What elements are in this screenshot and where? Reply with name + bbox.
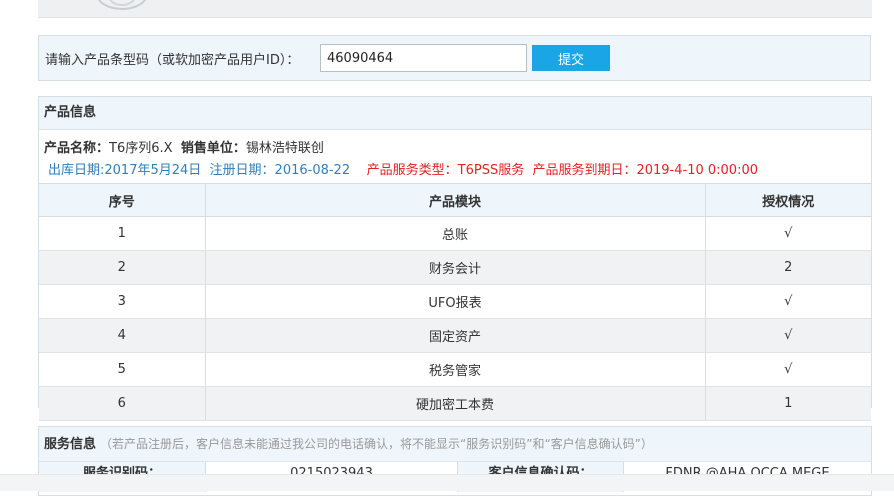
cell-module: 固定资产 <box>204 318 705 353</box>
cell-license: √ <box>704 284 871 319</box>
seller-label: 销售单位： <box>180 141 246 156</box>
cell-license: 2 <box>704 250 871 285</box>
cell-index: 2 <box>39 250 205 285</box>
search-label: 请输入产品条型码（或软加密产品用户ID）： <box>45 53 300 68</box>
cell-module: UFO报表 <box>204 284 705 319</box>
table-row: 1 总账 √ <box>39 216 871 251</box>
product-dates-line: 出库日期:2017年5月24日 注册日期：2016-08-22 产品服务类型：T… <box>48 159 758 178</box>
product-name-value: T6序列6.X <box>109 141 173 156</box>
cell-license: 1 <box>704 386 871 421</box>
product-name-line: 产品名称：T6序列6.X 销售单位：锡林浩特联创 <box>44 137 324 156</box>
barcode-input[interactable] <box>320 44 527 72</box>
column-header-module: 产品模块 <box>204 183 705 217</box>
table-row: 6 硬加密工本费 1 <box>39 386 871 421</box>
search-panel: 请输入产品条型码（或软加密产品用户ID）： 提交 <box>38 35 871 81</box>
cell-module: 财务会计 <box>204 250 705 285</box>
product-name-label: 产品名称： <box>44 141 110 156</box>
table-header-row: 序号 产品模块 授权情况 <box>39 183 871 217</box>
cell-license: √ <box>704 216 871 251</box>
cell-index: 1 <box>39 216 205 251</box>
column-header-license: 授权情况 <box>704 183 871 217</box>
register-date: 注册日期：2016-08-22 <box>209 163 351 178</box>
window-bottom-edge <box>0 474 894 491</box>
cell-index: 5 <box>39 352 205 387</box>
cell-index: 6 <box>39 386 205 421</box>
service-info-header: 服务信息 （若产品注册后，客户信息未能通过我公司的电话确认，将不能显示“服务识别码… <box>39 427 871 462</box>
seller-value: 锡林浩特联创 <box>245 141 324 156</box>
service-info-note: （若产品注册后，客户信息未能通过我公司的电话确认，将不能显示“服务识别码”和“客… <box>100 437 653 451</box>
cell-module: 硬加密工本费 <box>204 386 705 421</box>
top-banner <box>38 0 872 18</box>
cell-license: √ <box>704 318 871 353</box>
service-type: 产品服务类型：T6PSS服务 <box>366 163 525 178</box>
table-row: 2 财务会计 2 <box>39 250 871 285</box>
cell-index: 4 <box>39 318 205 353</box>
submit-button[interactable]: 提交 <box>532 45 610 71</box>
cell-module: 总账 <box>204 216 705 251</box>
ship-date: 出库日期:2017年5月24日 <box>48 163 202 178</box>
table-row: 3 UFO报表 √ <box>39 284 871 319</box>
table-row: 4 固定资产 √ <box>39 318 871 353</box>
modules-table: 序号 产品模块 授权情况 1 总账 √ 2 财务会计 2 3 UFO报表 √ 4… <box>39 183 871 421</box>
cell-license: √ <box>704 352 871 387</box>
product-info-title: 产品信息 <box>39 97 871 130</box>
cell-index: 3 <box>39 284 205 319</box>
service-expiry: 产品服务到期日：2019-4-10 0:00:00 <box>532 163 758 178</box>
table-row: 5 税务管家 √ <box>39 352 871 387</box>
service-info-title: 服务信息 <box>44 437 97 452</box>
product-info-panel: 产品信息 产品名称：T6序列6.X 销售单位：锡林浩特联创 出库日期:2017年… <box>38 96 872 421</box>
column-header-index: 序号 <box>39 183 205 217</box>
cell-module: 税务管家 <box>204 352 705 387</box>
